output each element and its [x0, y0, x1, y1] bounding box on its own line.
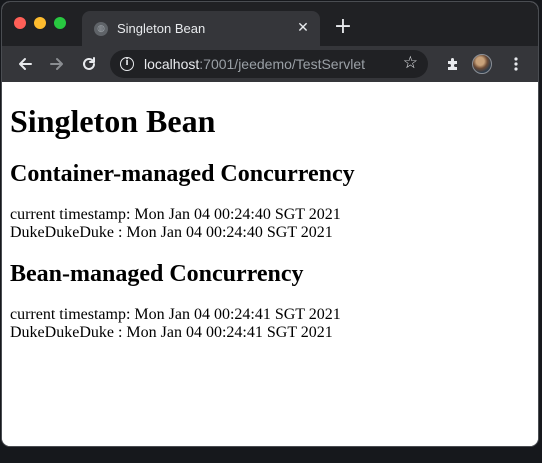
- arrow-right-icon: [50, 58, 63, 70]
- browser-tab[interactable]: ◍ Singleton Bean ✕: [82, 11, 320, 46]
- url-path: :7001/jeedemo/TestServlet: [199, 56, 366, 72]
- timestamp-line: current timestamp: Mon Jan 04 00:24:40 S…: [10, 206, 341, 223]
- tab-strip: ◍ Singleton Bean ✕ +: [2, 2, 538, 46]
- reload-button[interactable]: [76, 51, 102, 77]
- new-tab-button[interactable]: +: [332, 16, 354, 39]
- tab-close-icon[interactable]: ✕: [294, 19, 312, 37]
- page-title: Singleton Bean: [10, 103, 216, 139]
- extensions-button[interactable]: [440, 51, 466, 77]
- arrow-left-icon: [19, 58, 32, 70]
- tab-title: Singleton Bean: [117, 21, 206, 36]
- window-minimize-button[interactable]: [34, 17, 46, 29]
- bean-value-line: DukeDukeDuke : Mon Jan 04 00:24:40 SGT 2…: [10, 224, 333, 241]
- url-text[interactable]: localhost:7001/jeedemo/TestServlet: [144, 56, 365, 72]
- section-heading-container-managed: Container-managed Concurrency: [10, 161, 355, 187]
- timestamp-line: current timestamp: Mon Jan 04 00:24:41 S…: [10, 306, 341, 323]
- reload-icon: [83, 57, 95, 70]
- browser-window: ◍ Singleton Bean ✕ + i localhost:7001/je…: [2, 2, 538, 446]
- bookmark-star-icon[interactable]: ☆: [403, 53, 418, 73]
- back-button[interactable]: [12, 51, 38, 77]
- address-bar[interactable]: i localhost:7001/jeedemo/TestServlet ☆: [110, 50, 428, 78]
- kebab-menu-icon: [514, 57, 518, 71]
- puzzle-icon: [448, 58, 457, 70]
- url-host: localhost: [144, 56, 200, 72]
- page-content: Singleton Bean Container-managed Concurr…: [2, 82, 538, 446]
- bean-value-line: DukeDukeDuke : Mon Jan 04 00:24:41 SGT 2…: [10, 324, 333, 341]
- forward-button[interactable]: [44, 51, 70, 77]
- browser-toolbar: i localhost:7001/jeedemo/TestServlet ☆: [2, 46, 538, 82]
- profile-avatar[interactable]: [472, 54, 492, 74]
- section-heading-bean-managed: Bean-managed Concurrency: [10, 261, 304, 287]
- globe-icon: ◍: [94, 22, 108, 36]
- info-icon[interactable]: i: [120, 57, 134, 71]
- window-close-button[interactable]: [14, 17, 26, 29]
- menu-button[interactable]: [503, 51, 529, 77]
- window-maximize-button[interactable]: [54, 17, 66, 29]
